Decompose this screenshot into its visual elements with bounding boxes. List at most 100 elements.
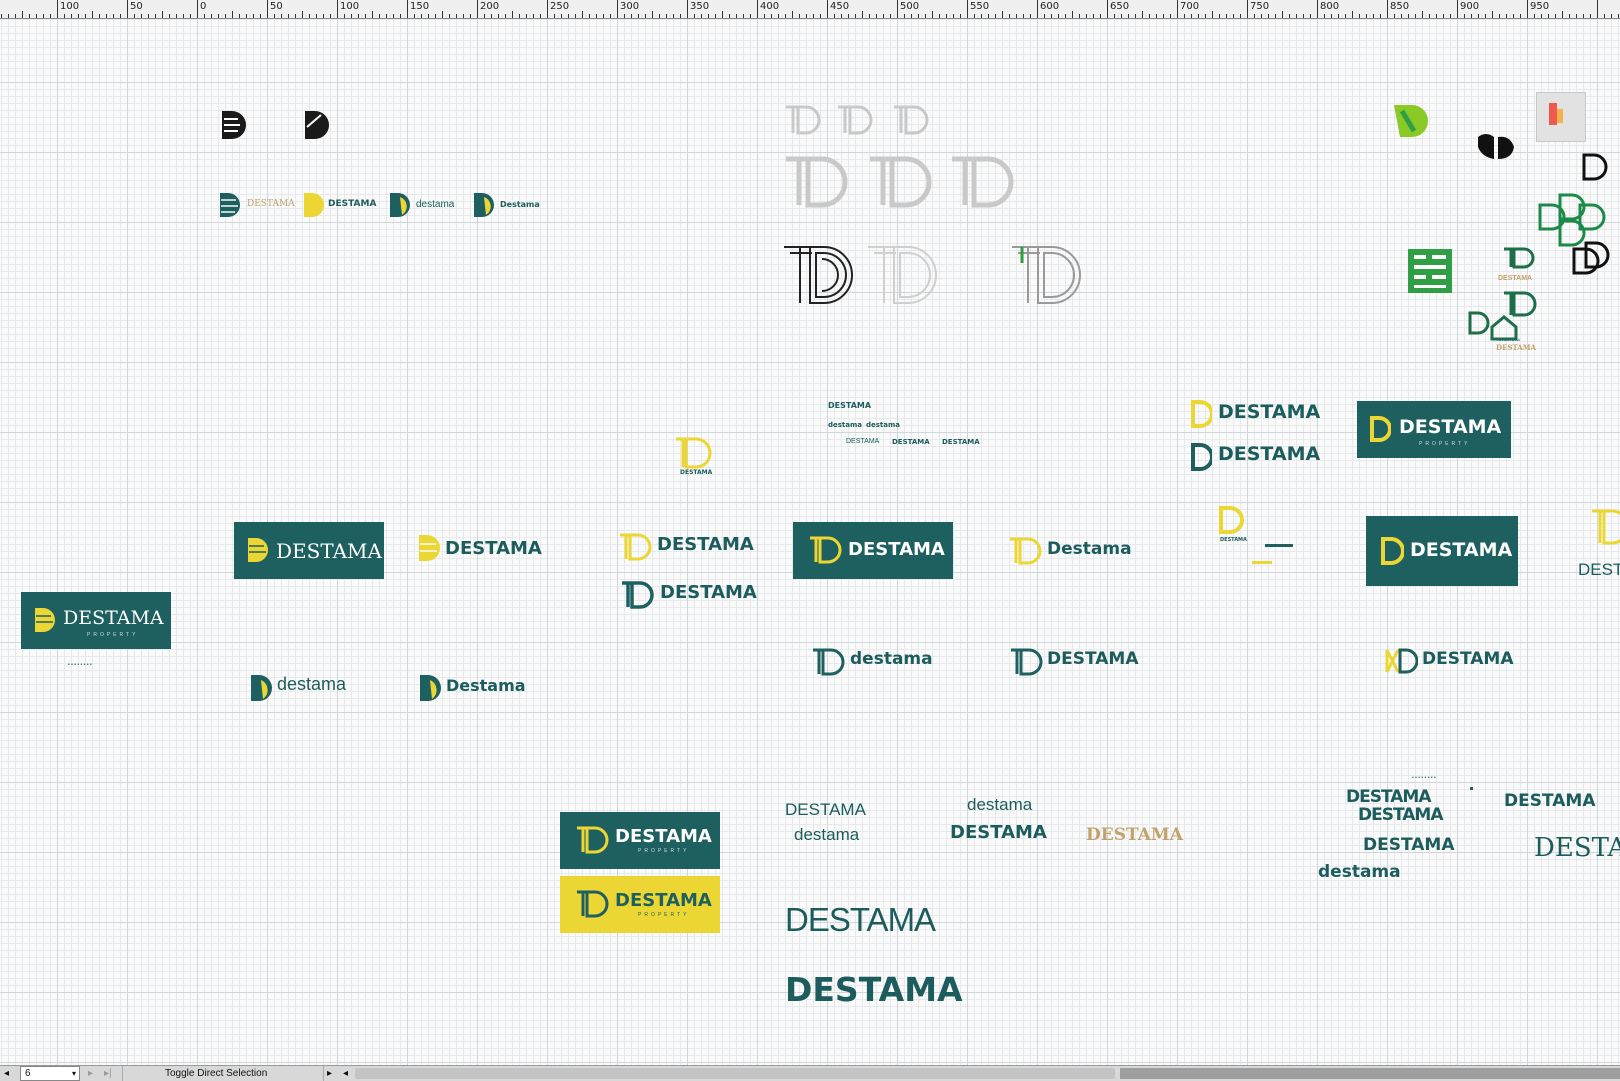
ruler-minor-tick <box>141 14 142 18</box>
ruler-label: 50 <box>130 1 143 12</box>
d-teal-mark-1 <box>1191 443 1212 471</box>
ruler-minor-tick <box>78 14 79 18</box>
ruler-minor-tick <box>246 14 247 18</box>
ruler-minor-tick <box>932 11 933 18</box>
ruler-minor-tick <box>603 14 604 18</box>
ruler-minor-tick <box>540 14 541 18</box>
ruler-minor-tick <box>1149 14 1150 18</box>
tiny-wordmark-4: DESTAMA <box>846 438 880 445</box>
ruler-minor-tick <box>1366 14 1367 18</box>
ruler-minor-tick <box>1604 14 1605 18</box>
ruler-minor-tick <box>1009 14 1010 18</box>
ruler-minor-tick <box>344 14 345 18</box>
ruler-minor-tick <box>316 14 317 18</box>
ruler-minor-tick <box>379 14 380 18</box>
ruler-minor-tick <box>470 14 471 18</box>
ruler-label: 100 <box>340 1 360 12</box>
ruler-minor-tick <box>190 14 191 18</box>
status-menu-arrow-icon[interactable]: ▸ <box>327 1066 332 1081</box>
ruler-major-tick <box>1527 0 1528 18</box>
page-last-icon[interactable]: ▸| <box>104 1066 112 1081</box>
green-d-mark <box>1394 105 1428 137</box>
ruler-major-tick <box>337 0 338 18</box>
ruler-minor-tick <box>372 11 373 18</box>
ruler-label: 450 <box>830 1 850 12</box>
horizontal-scrollbar-thumb[interactable] <box>355 1068 1115 1079</box>
wordmark-title-2: Destama <box>446 676 526 695</box>
ruler-minor-tick <box>1506 14 1507 18</box>
ruler-minor-tick <box>666 14 667 18</box>
ruler-minor-tick <box>1184 14 1185 18</box>
ruler-minor-tick <box>1058 14 1059 18</box>
scroll-left-icon[interactable]: ◂ <box>343 1066 348 1081</box>
ruler-minor-tick <box>1135 14 1136 18</box>
td-yellow-caption: DESTAMA <box>680 469 713 476</box>
ruler-major-tick <box>197 0 198 18</box>
ruler-minor-tick <box>386 14 387 18</box>
page-next-icon[interactable]: ▸ <box>88 1066 93 1081</box>
horizontal-scrollbar-track[interactable] <box>1120 1068 1620 1079</box>
ruler-minor-tick <box>309 14 310 18</box>
ruler-minor-tick <box>148 14 149 18</box>
ruler-minor-tick <box>43 14 44 18</box>
ruler-minor-tick <box>729 14 730 18</box>
horizontal-ruler[interactable]: 100 50 0 50 100 150 200 250 300 350 400 450 500 550 60… <box>0 0 1620 19</box>
chevron-down-icon[interactable]: ▾ <box>72 1066 76 1081</box>
ruler-minor-tick <box>1128 14 1129 18</box>
ruler-minor-tick <box>218 14 219 18</box>
td-yellow-mark-small <box>676 437 712 469</box>
ruler-minor-tick <box>1170 14 1171 18</box>
ruler-major-tick <box>1107 0 1108 18</box>
selected-thumbnail[interactable] <box>1536 92 1586 142</box>
ruler-minor-tick <box>330 14 331 18</box>
ruler-major-tick <box>1597 0 1598 18</box>
ruler-minor-tick <box>442 11 443 18</box>
artboard-canvas[interactable]: DESTAMA DESTAMA destama Destama DESTAMA … <box>0 19 1620 1065</box>
td-outline-small-row <box>786 105 929 135</box>
ruler-minor-tick <box>211 14 212 18</box>
ruler-minor-tick <box>673 14 674 18</box>
ruler-minor-tick <box>1562 11 1563 18</box>
td-yellow-in-box-bottom <box>577 826 609 854</box>
wordmark-cut-right: DESTAMA <box>1578 560 1620 579</box>
ruler-minor-tick <box>904 14 905 18</box>
ruler-minor-tick <box>519 14 520 18</box>
ruler-minor-tick <box>1380 14 1381 18</box>
ruler-major-tick <box>897 0 898 18</box>
dash-teal <box>1265 544 1293 547</box>
green-grid-mark <box>1408 249 1452 293</box>
leaf-mixed-mark-large-2 <box>420 675 441 701</box>
td-green-mark <box>1504 247 1535 269</box>
wordmark-in-box-center: DESTAMA <box>848 539 945 560</box>
ruler-minor-tick <box>554 14 555 18</box>
ruler-minor-tick <box>834 14 835 18</box>
ruler-minor-tick <box>1422 11 1423 18</box>
scroll-left-arrow-icon[interactable]: ◂ <box>4 1066 16 1081</box>
d-logo-mark-2 <box>305 111 329 139</box>
ruler-minor-tick <box>799 14 800 18</box>
ruler-minor-tick <box>1023 14 1024 18</box>
ruler-minor-tick <box>1520 14 1521 18</box>
ruler-minor-tick <box>106 14 107 18</box>
td-outline-large-row <box>786 156 1014 208</box>
ruler-minor-tick <box>1121 14 1122 18</box>
tower-caption: TOWER DKA <box>1496 337 1521 342</box>
d-yellow-mark-1 <box>1191 400 1212 428</box>
ruler-minor-tick <box>974 14 975 18</box>
zoom-field[interactable]: 6 ▾ <box>20 1066 80 1081</box>
wordmark-cluster-3: DESTAMA <box>1504 791 1596 811</box>
logo-box-center: DESTAMA <box>793 522 953 579</box>
ruler-minor-tick <box>848 14 849 18</box>
ruler-minor-tick <box>393 14 394 18</box>
tiny-wordmark-2: destama <box>828 421 863 429</box>
ruler-minor-tick <box>1310 14 1311 18</box>
ruler-minor-tick <box>120 14 121 18</box>
tool-status-field[interactable]: Toggle Direct Selection <box>122 1066 324 1081</box>
td-yellow-cut-mark <box>1592 509 1620 545</box>
ruler-minor-tick <box>1072 11 1073 18</box>
ruler-minor-tick <box>722 11 723 18</box>
ruler-label: 950 <box>1530 1 1550 12</box>
ruler-minor-tick <box>239 14 240 18</box>
ruler-minor-tick <box>1443 14 1444 18</box>
tagline-in-box-1: PROPERTY <box>1419 441 1471 447</box>
